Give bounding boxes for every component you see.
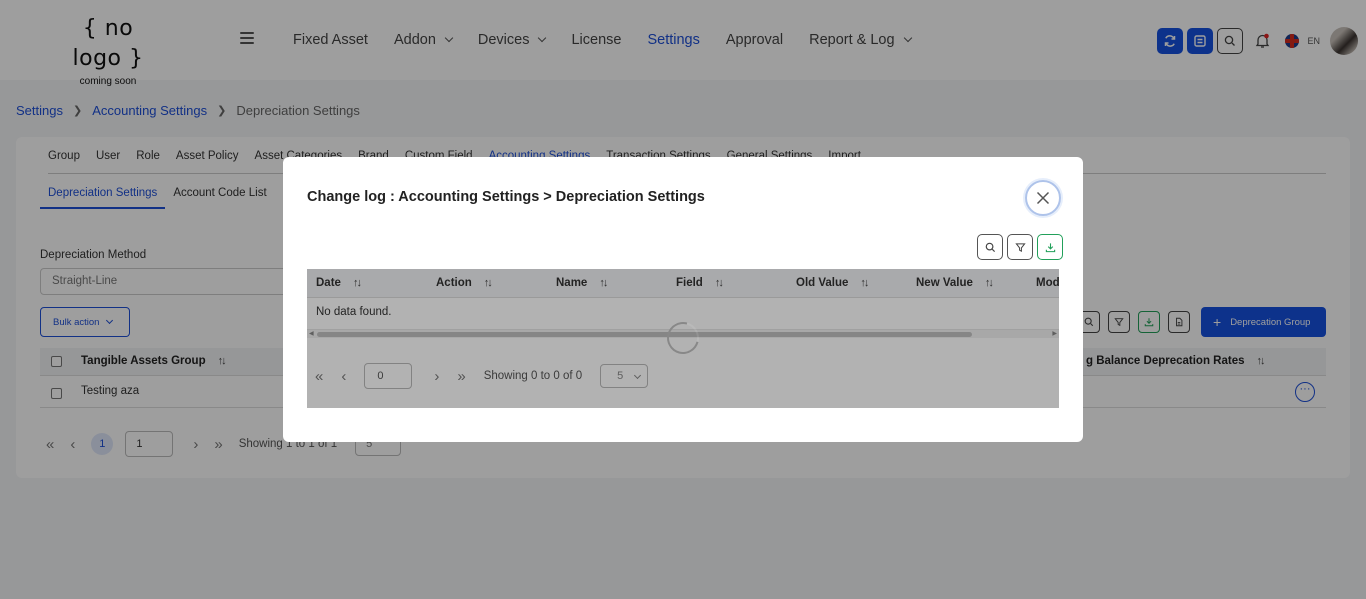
loading-spinner-icon [661,316,705,360]
filter-icon [1014,242,1026,252]
modal-title: Change log : Accounting Settings > Depre… [307,189,705,205]
close-icon [1036,191,1050,205]
modal-export-button[interactable] [1037,234,1063,260]
search-icon [985,242,995,252]
loading-overlay [307,269,1059,408]
modal-close-button[interactable] [1025,180,1061,216]
modal-filter-button[interactable] [1007,234,1033,260]
modal-table-tools [973,234,1063,260]
change-log-modal: Change log : Accounting Settings > Depre… [283,157,1083,442]
download-icon [1045,242,1055,252]
change-log-table: Date ↑↓ Action ↑↓ Name ↑↓ Field ↑↓ Old Value… [307,269,1059,408]
modal-search-button[interactable] [977,234,1003,260]
